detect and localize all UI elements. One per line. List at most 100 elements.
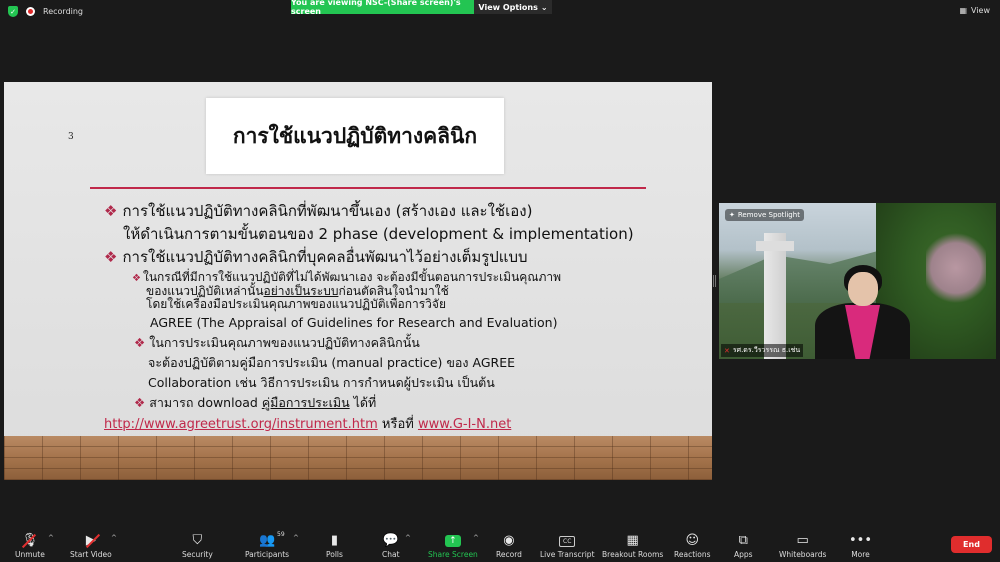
sub-bullet-line: โดยใช้เครื่องมือประเมินคุณภาพของแนวปฏิบั… (104, 298, 704, 311)
diamond-bullet-icon: ❖ (134, 395, 146, 410)
sub-bullet-line: ❖ ในกรณีที่มีการใช้แนวปฏิบัติที่ไม่ได้พัฒ… (104, 271, 704, 285)
security-label: Security (182, 550, 213, 559)
shield-icon: ⛉ (192, 533, 203, 548)
bar-chart-icon: ▮ (330, 533, 339, 548)
chevron-up-icon[interactable]: ^ (48, 534, 54, 542)
polls-button[interactable]: ▮ Polls (326, 533, 343, 559)
apps-button[interactable]: ⧉ Apps (734, 533, 753, 559)
background-clock-tower (756, 233, 794, 359)
bullet-line: ให้ดำเนินการตามขั้นตอนของ 2 phase (devel… (104, 223, 704, 246)
bullet-line: ❖ การใช้แนวปฏิบัติทางคลินิกที่พัฒนาขึ้นเอ… (104, 200, 704, 223)
breakout-rooms-label: Breakout Rooms (602, 550, 664, 559)
spotlight-icon: ✦ (729, 211, 735, 219)
unmute-button[interactable]: 🎙 Unmute (15, 533, 45, 559)
view-button[interactable]: ▦ View (959, 6, 990, 15)
sub-bullet-text: ในกรณีที่มีการใช้แนวปฏิบัติที่ไม่ได้พัฒน… (142, 270, 562, 284)
chevron-up-icon[interactable]: ^ (111, 534, 117, 542)
end-meeting-button[interactable]: End (951, 536, 992, 553)
reactions-button[interactable]: ☺ Reactions (674, 533, 710, 559)
sub-bullet-line: Collaboration เช่น วิธีการประเมิน การกำห… (104, 373, 704, 393)
more-dots-icon: ••• (849, 533, 873, 548)
grid-view-icon: ▦ (959, 6, 968, 15)
share-screen-label: Share Screen (428, 550, 478, 559)
participants-count: 59 (277, 531, 285, 538)
sub-bullet-text: ได้ที่ (353, 395, 377, 410)
slide-body: ❖ การใช้แนวปฏิบัติทางคลินิกที่พัฒนาขึ้นเอ… (104, 200, 704, 435)
people-icon: 👥 (258, 533, 276, 548)
apps-label: Apps (734, 550, 753, 559)
chat-bubble-icon: 💬 (382, 533, 399, 548)
chevron-down-icon: ⌄ (540, 2, 548, 12)
shared-screen-slide: 3 การใช้แนวปฏิบัติทางคลินิก ❖ การใช้แนวปฏ… (4, 82, 712, 480)
sub-bullet-text: ในการประเมินคุณภาพของแนวปฏิบัติทางคลินิก… (149, 335, 420, 350)
agreetrust-link[interactable]: http://www.agreetrust.org/instrument.htm (104, 417, 378, 432)
sub-bullet-text: AGREE (The Appraisal of Guidelines for R… (150, 315, 558, 330)
diamond-bullet-icon: ❖ (104, 248, 118, 266)
diamond-bullet-icon: ❖ (134, 335, 146, 350)
diamond-bullet-icon: ❖ (132, 273, 141, 284)
video-off-icon: ▶ (85, 533, 96, 548)
reactions-label: Reactions (674, 550, 711, 559)
top-status: ✓ Recording (8, 6, 83, 17)
sub-bullet-line: AGREE (The Appraisal of Guidelines for R… (104, 313, 704, 333)
split-view-handle[interactable] (713, 275, 716, 287)
participant-name-tag: ✕ รศ.ดร.วีรวรรณ ธ.เช่น (721, 344, 804, 357)
or-text: หรือที่ (381, 417, 414, 432)
sub-bullet-text: ก่อนตัดสินใจนำมาใช้ (338, 284, 449, 298)
bullet-line: ❖ การใช้แนวปฏิบัติทางคลินิกที่บุคคลอื่นพั… (104, 246, 704, 269)
gin-link[interactable]: www.G-I-N.net (418, 417, 511, 432)
live-transcript-button[interactable]: CC Live Transcript (540, 533, 595, 559)
smiley-plus-icon: ☺ (685, 533, 700, 548)
sub-bullet-line: ❖ สามารถ download คู่มือการประเมิน ได้ที่ (104, 393, 704, 413)
bullet-text: ให้ดำเนินการตามขั้นตอนของ 2 phase (devel… (123, 225, 634, 243)
slide-number: 3 (68, 132, 74, 142)
share-screen-button[interactable]: ↑ Share Screen (428, 533, 478, 559)
spotlight-label: Remove Spotlight (737, 211, 800, 219)
muted-mic-icon: ✕ (724, 346, 730, 355)
slide-title: การใช้แนวปฏิบัติทางคลินิก (232, 123, 478, 148)
view-options-label: View Options (478, 2, 538, 12)
whiteboards-button[interactable]: ▭ Whiteboards (779, 533, 826, 559)
chevron-up-icon[interactable]: ^ (293, 534, 299, 542)
meeting-toolbar: 🎙 Unmute ^ ▶ Start Video ^ ⛉ Security 👥 … (0, 528, 1000, 562)
bullet-text: การใช้แนวปฏิบัติทางคลินิกที่พัฒนาขึ้นเอง… (122, 202, 533, 220)
muted-microphone-icon: 🎙 (21, 533, 39, 548)
participant-video-tile[interactable]: ✦ Remove Spotlight ✕ รศ.ดร.วีรวรรณ ธ.เช่… (719, 203, 996, 359)
wood-floor-decoration (4, 436, 712, 480)
background-blossom (926, 228, 986, 308)
chat-button[interactable]: 💬 Chat (382, 533, 400, 559)
shield-check-icon[interactable]: ✓ (8, 6, 18, 17)
sub-bullet-text: จะต้องปฏิบัติตามคู่มือการประเมิน (manual… (148, 355, 516, 370)
participant-name: รศ.ดร.วีรวรรณ ธ.เช่น (732, 346, 801, 354)
whiteboard-icon: ▭ (796, 533, 809, 548)
remove-spotlight-button[interactable]: ✦ Remove Spotlight (725, 209, 804, 221)
sub-bullet-text: Collaboration เช่น วิธีการประเมิน การกำห… (148, 375, 495, 390)
apps-icon: ⧉ (738, 533, 748, 548)
start-video-button[interactable]: ▶ Start Video (70, 533, 112, 559)
record-button[interactable]: ◉ Record (496, 533, 522, 559)
chevron-up-icon[interactable]: ^ (405, 534, 411, 542)
start-video-label: Start Video (70, 550, 112, 559)
polls-label: Polls (326, 550, 343, 559)
closed-caption-icon: CC (559, 536, 576, 547)
sub-bullet-text: สามารถ download (149, 395, 258, 410)
chat-label: Chat (382, 550, 400, 559)
security-button[interactable]: ⛉ Security (182, 533, 213, 559)
sub-bullet-line: จะต้องปฏิบัติตามคู่มือการประเมิน (manual… (104, 353, 704, 373)
view-label: View (971, 6, 990, 15)
view-options-button[interactable]: View Options ⌄ (474, 0, 552, 14)
record-label: Record (496, 550, 522, 559)
grid-icon: ▦ (626, 533, 639, 548)
more-label: More (851, 550, 870, 559)
participant-video (815, 265, 910, 359)
bullet-text: การใช้แนวปฏิบัติทางคลินิกที่บุคคลอื่นพัฒ… (122, 248, 528, 266)
live-transcript-label: Live Transcript (540, 550, 595, 559)
sub-bullet-text: โดยใช้เครื่องมือประเมินคุณภาพของแนวปฏิบั… (146, 297, 446, 311)
underlined-text: คู่มือการประเมิน (261, 395, 350, 410)
breakout-rooms-button[interactable]: ▦ Breakout Rooms (602, 533, 663, 559)
title-divider (90, 187, 646, 189)
participant-face (848, 272, 878, 306)
more-button[interactable]: ••• More (849, 533, 872, 559)
share-banner: You are viewing NSC-(Share screen)'s scr… (291, 0, 474, 16)
chevron-up-icon[interactable]: ^ (473, 534, 479, 542)
